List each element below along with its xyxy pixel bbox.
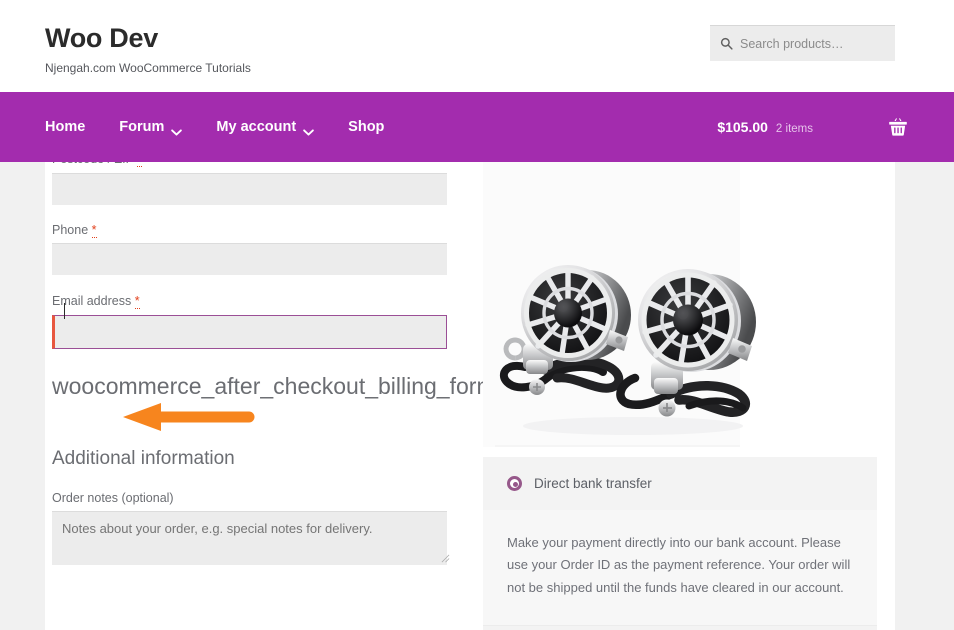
field-phone: Phone * [52,222,456,276]
nav-item-forum[interactable]: Forum [102,92,199,162]
nav-item-shop[interactable]: Shop [331,92,401,162]
required-indicator: * [91,222,97,238]
annotation-arrow-icon [121,402,256,437]
additional-information-section: Additional information Order notes (opti… [52,447,456,566]
field-postcode-zip: Postcode / ZIP * [52,162,456,205]
textarea-resize-handle[interactable] [441,550,450,563]
field-order-notes: Order notes (optional) [52,491,456,566]
nav-item-my-account[interactable]: My account [199,92,331,162]
primary-navigation-bar: Home Forum My account Shop $105.00 2 ite… [0,92,954,162]
nav-item-label: Home [45,119,86,135]
chevron-down-icon[interactable] [303,124,314,136]
nav-item-home[interactable]: Home [45,92,102,162]
site-tagline: Njengah.com WooCommerce Tutorials [45,60,251,75]
field-label: Order notes (optional) [52,491,456,507]
field-label-text: Order notes (optional) [52,490,174,505]
field-label-text: Phone [52,222,89,237]
field-email-address: Email address * [52,294,456,349]
payment-method-bacs[interactable]: Direct bank transfer [483,457,877,510]
email-address-input[interactable] [52,314,447,349]
cart-total-amount: $105.00 [717,119,768,135]
postcode-zip-input[interactable] [52,172,447,205]
order-notes-textarea[interactable] [52,511,447,566]
shopping-basket-icon[interactable] [887,116,909,138]
header-cart: $105.00 2 items [717,92,909,162]
field-label: Postcode / ZIP * [52,162,456,168]
search-icon [720,37,733,50]
billing-details-column: Postcode / ZIP * Phone * Email address * [45,162,496,566]
required-indicator: * [137,162,143,167]
text-cursor [64,303,65,320]
site-header: Woo Dev Njengah.com WooCommerce Tutorial… [0,0,954,92]
nav-item-label: My account [216,119,297,135]
nav-item-label: Shop [348,119,385,135]
payment-methods-box: Direct bank transfer Make your payment d… [483,457,877,630]
field-label-text: Postcode / ZIP [52,162,134,166]
search-input[interactable] [740,36,901,51]
payment-method-secondary[interactable] [483,625,877,630]
payment-method-label: Direct bank transfer [534,476,652,491]
cart-item-count: 2 items [775,123,813,135]
radio-button-selected[interactable] [507,476,522,491]
site-title: Woo Dev [45,23,158,53]
field-label: Phone * [52,222,456,239]
payment-method-description: Make your payment directly into our bank… [483,510,877,626]
product-image [483,162,877,457]
cart-contents-link[interactable]: $105.00 2 items [717,119,813,135]
additional-information-heading: Additional information [52,447,235,469]
phone-input[interactable] [52,243,447,276]
required-indicator: * [134,294,140,310]
primary-menu: Home Forum My account Shop [45,92,401,162]
checkout-hook-name: woocommerce_after_checkout_billing_form [52,372,496,399]
product-search-form[interactable] [710,25,901,61]
nav-item-label: Forum [119,119,165,135]
site-branding[interactable]: Woo Dev Njengah.com WooCommerce Tutorial… [45,23,251,75]
chevron-down-icon[interactable] [171,124,183,136]
checkout-content: Postcode / ZIP * Phone * Email address * [45,162,895,630]
page-root: Woo Dev Njengah.com WooCommerce Tutorial… [0,0,954,630]
field-label: Email address * [52,294,456,310]
